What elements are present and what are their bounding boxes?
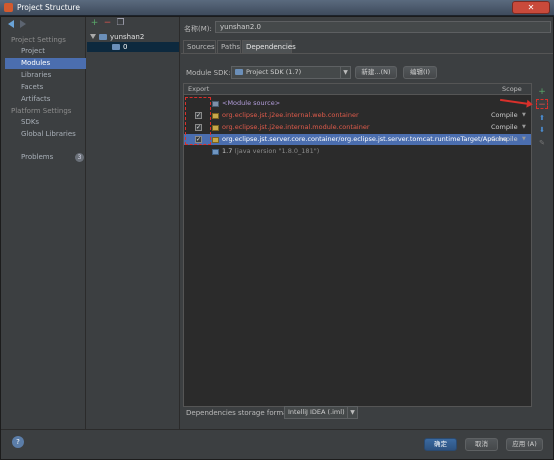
module-sdk-label: Module SDK: (186, 69, 231, 77)
forward-arrow-icon[interactable] (20, 20, 26, 28)
name-label: 名称(M): (184, 25, 212, 33)
tree-root-label: yunshan2 (110, 33, 145, 41)
problems-count-badge: 3 (75, 153, 84, 162)
module-folder-icon (99, 34, 107, 40)
dependencies-table: Export Scope <Module source> ✓ org.eclip… (183, 83, 532, 407)
ok-button[interactable]: 确定 (424, 438, 457, 451)
module-sdk-value: Project SDK (1.7) (246, 68, 302, 76)
module-folder-icon (112, 44, 120, 50)
remove-dependency-button[interactable]: − (536, 99, 548, 110)
dependency-row-selected[interactable]: ✓ org.eclipse.jst.server.core.container/… (184, 134, 531, 145)
sdk-folder-icon (235, 69, 243, 75)
library-jar-icon (212, 113, 219, 119)
dependency-row-jdk[interactable]: 1.7 (java version "1.8.0_181") (184, 146, 531, 157)
tree-root-node[interactable]: yunshan2 (89, 32, 179, 42)
new-sdk-button[interactable]: 新建...(N) (355, 66, 397, 79)
jdk-version: 1.7 (222, 147, 233, 155)
dependency-row[interactable]: ✓ org.eclipse.jst.j2ee.internal.module.c… (184, 122, 531, 133)
jdk-folder-icon (212, 149, 219, 155)
module-name-field[interactable]: yunshan2.0 (215, 21, 551, 33)
nav-item-problems[interactable]: Problems (5, 152, 86, 163)
tab-sources[interactable]: Sources (183, 40, 216, 53)
nav-item-artifacts[interactable]: Artifacts (5, 94, 86, 105)
dialog-frame: Project Settings Project Modules Librari… (0, 16, 554, 460)
category-panel: Project Settings Project Modules Librari… (3, 17, 86, 429)
help-icon[interactable]: ? (12, 436, 24, 448)
module-detail-panel: 名称(M): yunshan2.0 Sources Paths Dependen… (181, 17, 553, 429)
tree-child-node[interactable]: 0 (87, 42, 179, 52)
tab-divider (181, 53, 553, 54)
library-jar-icon (212, 125, 219, 131)
add-module-button[interactable]: + (90, 19, 99, 28)
dialog-footer: ? 确定 取消 应用 (A) (1, 429, 553, 459)
cancel-button[interactable]: 取消 (465, 438, 498, 451)
jdk-note: (java version "1.8.0_181") (234, 147, 320, 155)
apply-button[interactable]: 应用 (A) (506, 438, 543, 451)
dependency-row[interactable]: ✓ org.eclipse.jst.j2ee.internal.web.cont… (184, 110, 531, 121)
project-settings-heading: Project Settings (11, 36, 66, 44)
nav-item-libraries[interactable]: Libraries (5, 70, 86, 81)
scope-value[interactable]: Compile (491, 110, 518, 121)
nav-item-project[interactable]: Project (5, 46, 86, 57)
jdk-entry: 1.7 (java version "1.8.0_181") (222, 146, 319, 157)
move-down-icon[interactable]: ⬇ (536, 125, 548, 135)
module-tree-panel: + − ❐ yunshan2 0 (87, 17, 180, 429)
tree-child-label: 0 (123, 43, 128, 51)
dependency-row-module-source[interactable]: <Module source> (184, 98, 531, 109)
storage-format-value: IntelliJ IDEA (.iml) (288, 408, 345, 416)
expand-caret-icon[interactable] (90, 34, 96, 39)
scope-column-header: Scope (502, 85, 522, 93)
nav-item-global-libraries[interactable]: Global Libraries (5, 129, 86, 140)
dependency-name: org.eclipse.jst.j2ee.internal.module.con… (222, 123, 370, 131)
export-column-header: Export (188, 85, 210, 93)
chevron-down-icon: ▼ (340, 67, 350, 78)
copy-module-icon[interactable]: ❐ (116, 19, 125, 28)
chevron-down-icon: ▼ (347, 407, 357, 418)
dependency-name: org.eclipse.jst.server.core.container/or… (222, 135, 507, 143)
move-up-icon[interactable]: ⬆ (536, 113, 548, 123)
dependency-name: <Module source> (222, 99, 281, 107)
nav-item-sdks[interactable]: SDKs (5, 117, 86, 128)
module-sdk-select[interactable]: Project SDK (1.7) ▼ (231, 66, 351, 79)
table-header: Export Scope (184, 84, 531, 95)
dependency-name: org.eclipse.jst.j2ee.internal.web.contai… (222, 111, 359, 119)
remove-module-button[interactable]: − (103, 19, 112, 28)
back-arrow-icon[interactable] (8, 20, 14, 28)
chevron-down-icon[interactable]: ▼ (522, 134, 526, 145)
edit-dependency-icon[interactable]: ✎ (536, 138, 548, 148)
tab-paths[interactable]: Paths (217, 40, 241, 53)
chevron-down-icon[interactable]: ▼ (522, 122, 526, 133)
tab-dependencies[interactable]: Dependencies (242, 40, 296, 53)
window-title: Project Structure (17, 3, 80, 12)
module-source-icon (212, 101, 219, 107)
platform-settings-heading: Platform Settings (11, 107, 72, 115)
title-bar: Project Structure ✕ (0, 0, 554, 16)
chevron-down-icon[interactable]: ▼ (522, 110, 526, 121)
add-dependency-button[interactable]: + (536, 87, 548, 97)
nav-item-facets[interactable]: Facets (5, 82, 86, 93)
annotation-highlight-box (185, 97, 211, 145)
library-jar-icon (212, 137, 219, 143)
storage-format-label: Dependencies storage format: (186, 409, 293, 417)
close-button[interactable]: ✕ (512, 1, 550, 14)
edit-sdk-button[interactable]: 编辑(I) (403, 66, 437, 79)
app-icon (4, 3, 13, 12)
nav-item-modules[interactable]: Modules (5, 58, 86, 69)
storage-format-select[interactable]: IntelliJ IDEA (.iml) ▼ (284, 406, 358, 419)
scope-value[interactable]: Compile (491, 134, 518, 145)
scope-value[interactable]: Compile (491, 122, 518, 133)
navigation-arrows (8, 20, 32, 30)
